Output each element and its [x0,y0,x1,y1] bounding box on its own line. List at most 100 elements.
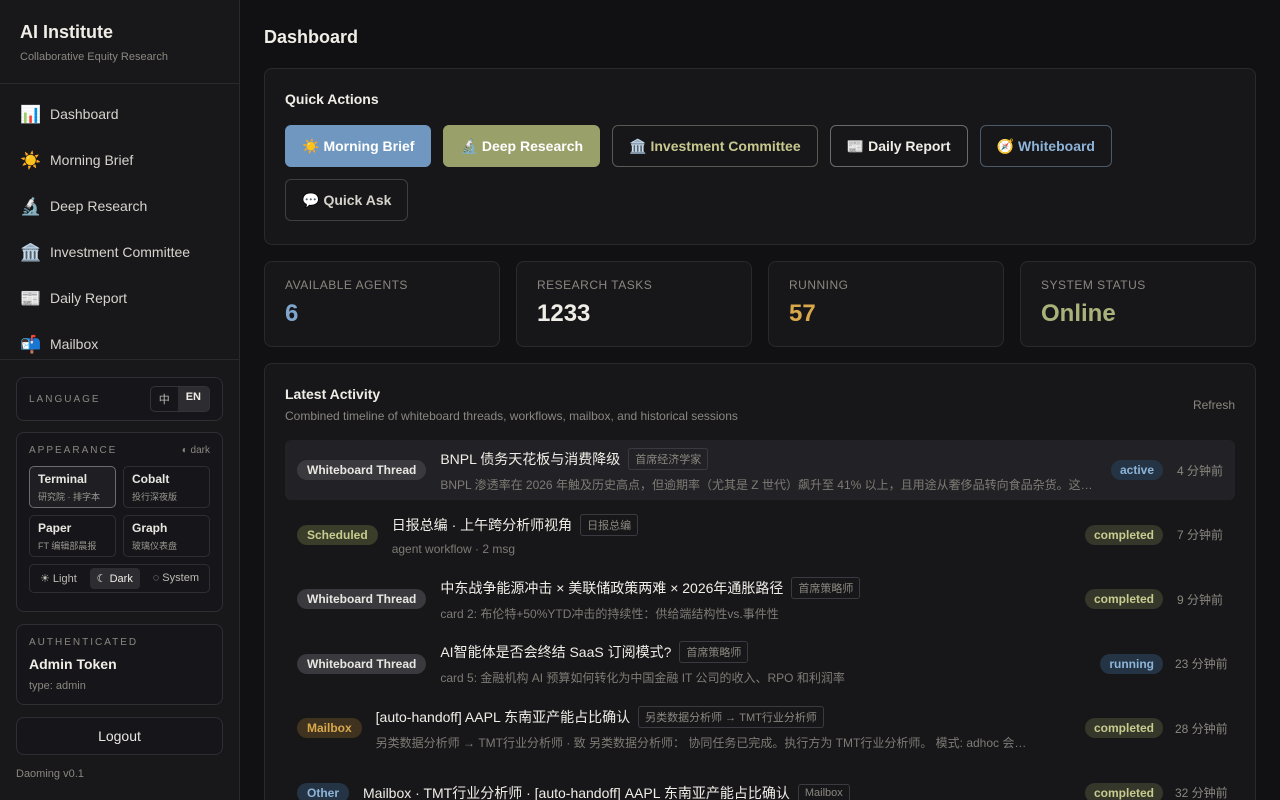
investment-committee-icon: 🏛️ [20,242,42,262]
activity-type-badge: Whiteboard Thread [297,589,427,610]
appearance-panel: APPEARANCE ◐ dark Terminal 研究院 · 排字本 Cobal… [16,432,223,612]
sidebar-item-daily-report[interactable]: 📰 Daily Report [0,275,239,321]
quick-actions-title: Quick Actions [285,91,379,107]
activity-subtitle: Combined timeline of whiteboard threads,… [285,409,738,423]
activity-row[interactable]: Other Mailbox · TMT行业分析师 · [auto-handoff]… [285,763,1235,800]
brand: AI Institute Collaborative Equity Resear… [0,0,239,84]
activity-title: 日报总编 · 上午跨分析师视角 [391,516,573,533]
theme-option-graph[interactable]: Graph 玻璃仪表盘 [123,515,210,557]
activity-row-body: Mailbox · TMT行业分析师 · [auto-handoff] AAPL… [363,783,1073,800]
theme-option-paper[interactable]: Paper FT 编辑部晨报 [29,515,116,557]
theme-subtitle: FT 编辑部晨报 [38,541,97,551]
language-label: LANGUAGE [29,393,101,405]
sidebar-item-label: Investment Committee [50,244,191,260]
activity-title: [auto-handoff] AAPL 东南亚产能占比确认 [375,708,631,725]
logout-button[interactable]: Logout [16,717,223,755]
stat-card-research-tasks: RESEARCH TASKS 1233 [516,261,752,347]
activity-type-badge: Whiteboard Thread [297,653,427,674]
status-badge: completed [1084,589,1163,610]
activity-row[interactable]: Whiteboard Thread AI智能体是否会终结 SaaS 订阅模式? 首席… [285,634,1235,694]
theme-option-cobalt[interactable]: Cobalt 投行深夜版 [123,466,210,508]
color-mode-toggle: ☀ Light ☾ Dark ◌ System [29,564,210,593]
quick-actions-buttons: ☀️ Morning Brief 🔬 Deep Research 🏛️ Investmen… [285,125,1165,221]
color-mode-option[interactable]: ☾ Dark [89,568,140,589]
stat-label: RUNNING [789,278,849,292]
language-option[interactable]: 中 [151,387,178,411]
color-mode-option[interactable]: ☀ Light [33,568,84,589]
whiteboard-button[interactable]: 🧭 Whiteboard [979,125,1112,167]
appearance-mode-indicator: ◐ dark [181,445,210,456]
morning-brief-icon: ☀️ [20,150,42,170]
activity-row[interactable]: Scheduled 日报总编 · 上午跨分析师视角 日报总编 agent workfl… [285,505,1235,565]
activity-row[interactable]: Whiteboard Thread 中东战争能源冲击 × 美联储政策两难 × 20… [285,569,1235,629]
sidebar-item-deep-research[interactable]: 🔬 Deep Research [0,183,239,229]
sidebar-item-morning-brief[interactable]: ☀️ Morning Brief [0,137,239,183]
stat-label: AVAILABLE AGENTS [285,278,408,292]
activity-row-header: 中东战争能源冲击 × 美联储政策两难 × 2026年通胀路径 首席策略师 [440,576,1073,599]
activity-time: 7 分钟前 [1176,528,1223,543]
deep-research-icon: 🔬 [460,137,478,154]
theme-subtitle: 研究院 · 排字本 [38,492,100,502]
latest-activity-card: Latest Activity Combined timeline of whi… [264,363,1256,800]
activity-row[interactable]: Mailbox [auto-handoff] AAPL 东南亚产能占比确认 另类数据… [285,698,1235,758]
activity-type-badge: Scheduled [297,524,378,545]
activity-type-badge: Whiteboard Thread [297,460,427,480]
activity-type-badge: Other [297,782,350,800]
stat-card-available-agents: AVAILABLE AGENTS 6 [264,261,500,347]
activity-summary: card 2: 布伦特+50%YTD冲击的持续性：供给端结构性vs.事件性 [440,606,779,621]
color-mode-option[interactable]: ◌ System [146,568,206,589]
activity-time: 9 分钟前 [1176,592,1223,607]
language-toggle: 中 EN [149,386,210,412]
activity-row-body: 日报总编 · 上午跨分析师视角 日报总编 agent workflow · 2 ms… [391,513,1073,556]
whiteboard-icon: 🧭 [996,137,1014,154]
activity-summary: card 5: 金融机构 AI 预算如何转化为中国金融 IT 公司的收入、RPO… [440,671,845,686]
dashboard-icon: 📊 [20,104,42,124]
sidebar-item-investment-committee[interactable]: 🏛️ Investment Committee [0,229,239,275]
theme-subtitle: 投行深夜版 [132,492,178,502]
theme-option-terminal[interactable]: Terminal 研究院 · 排字本 [29,466,116,508]
refresh-button[interactable]: Refresh [1193,398,1235,423]
button-label: Morning Brief [323,138,415,154]
sidebar-item-dashboard[interactable]: 📊 Dashboard [0,91,239,137]
theme-name: Graph [132,521,168,535]
theme-name: Paper [38,521,72,535]
deep-research-button[interactable]: 🔬 Deep Research [443,125,601,167]
activity-title: Latest Activity [285,386,381,402]
sidebar-item-label: Daily Report [50,290,128,306]
activity-role-badge: Mailbox [797,783,850,800]
activity-row[interactable]: Whiteboard Thread BNPL 债务天花板与消费降级 首席经济学家 BN… [285,440,1235,500]
activity-type-badge: Mailbox [297,718,362,739]
activity-row-header: 日报总编 · 上午跨分析师视角 日报总编 [391,513,1073,536]
activity-row-header: AI智能体是否会终结 SaaS 订阅模式? 首席策略师 [440,641,1088,664]
daily-report-button[interactable]: 📰 Daily Report [829,125,968,167]
morning-brief-button[interactable]: ☀️ Morning Brief [285,125,432,167]
sidebar-item-mailbox[interactable]: 📬 Mailbox [0,321,239,359]
stat-value: 57 [789,300,816,327]
investment-committee-button[interactable]: 🏛️ Investment Committee [612,125,818,167]
deep-research-icon: 🔬 [20,196,42,216]
button-label: Whiteboard [1017,138,1095,154]
auth-label: AUTHENTICATED [29,637,139,648]
activity-summary: agent workflow · 2 msg [391,541,516,556]
language-option[interactable]: EN [177,387,209,411]
stat-value: 1233 [537,300,591,327]
stat-value: Online [1041,300,1116,327]
activity-list: Whiteboard Thread BNPL 债务天花板与消费降级 首席经济学家 BN… [285,440,1235,800]
button-label: Daily Report [868,138,951,154]
button-label: Quick Ask [323,192,392,208]
quick-ask-icon: 💬 [302,191,320,208]
stat-label: RESEARCH TASKS [537,278,653,292]
status-badge: running [1100,653,1163,674]
activity-title: Mailbox · TMT行业分析师 · [auto-handoff] AAPL… [363,784,790,800]
activity-time: 4 分钟前 [1176,463,1223,478]
activity-row-body: AI智能体是否会终结 SaaS 订阅模式? 首席策略师 card 5: 金融机构 A… [440,641,1088,686]
version: Daoming v0.1 [16,768,84,780]
language-panel: LANGUAGE 中 EN [16,377,223,421]
activity-role-badge: 另类数据分析师 → TMT行业分析师 [638,705,824,728]
investment-committee-icon: 🏛️ [629,137,647,154]
brand-subtitle: Collaborative Equity Research [20,51,168,63]
sidebar-item-label: Deep Research [50,198,148,214]
quick-ask-button[interactable]: 💬 Quick Ask [285,179,409,221]
activity-role-badge: 首席策略师 [791,576,861,599]
activity-time: 32 分钟前 [1175,786,1228,800]
